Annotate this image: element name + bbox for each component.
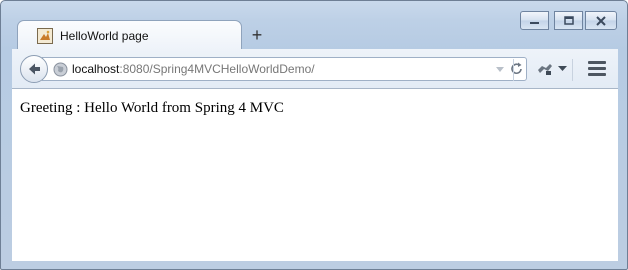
minimize-button[interactable]	[520, 11, 549, 30]
reload-icon[interactable]	[509, 61, 525, 77]
url-dropdown-icon[interactable]	[493, 61, 507, 77]
url-text: localhost:8080/Spring4MVCHelloWorldDemo/	[72, 62, 315, 76]
toolbar-separator	[513, 59, 514, 81]
addon-icon[interactable]	[536, 61, 554, 77]
globe-icon	[53, 62, 68, 77]
navigation-toolbar: localhost:8080/Spring4MVCHelloWorldDemo/	[12, 49, 618, 89]
page-favicon-icon	[37, 28, 53, 44]
maximize-button[interactable]	[554, 11, 583, 30]
tab-title: HelloWorld page	[60, 29, 149, 43]
back-arrow-icon	[29, 63, 40, 75]
close-icon	[596, 15, 606, 26]
new-tab-button[interactable]: +	[247, 24, 267, 46]
browser-window: HelloWorld page + localhost:8080/Spring4…	[0, 0, 628, 270]
page-viewport: Greeting : Hello World from Spring 4 MVC	[12, 89, 618, 261]
restore-icon	[563, 15, 574, 25]
menu-icon[interactable]	[588, 61, 606, 77]
minimize-icon	[530, 21, 539, 24]
url-bar[interactable]: localhost:8080/Spring4MVCHelloWorldDemo/	[42, 57, 527, 81]
back-button[interactable]	[20, 55, 48, 83]
greeting-text: Greeting : Hello World from Spring 4 MVC	[20, 100, 284, 116]
chevron-down-icon[interactable]	[558, 66, 567, 72]
tab-helloworld[interactable]: HelloWorld page	[17, 20, 242, 50]
toolbar-separator	[572, 59, 573, 81]
close-button[interactable]	[585, 11, 617, 30]
